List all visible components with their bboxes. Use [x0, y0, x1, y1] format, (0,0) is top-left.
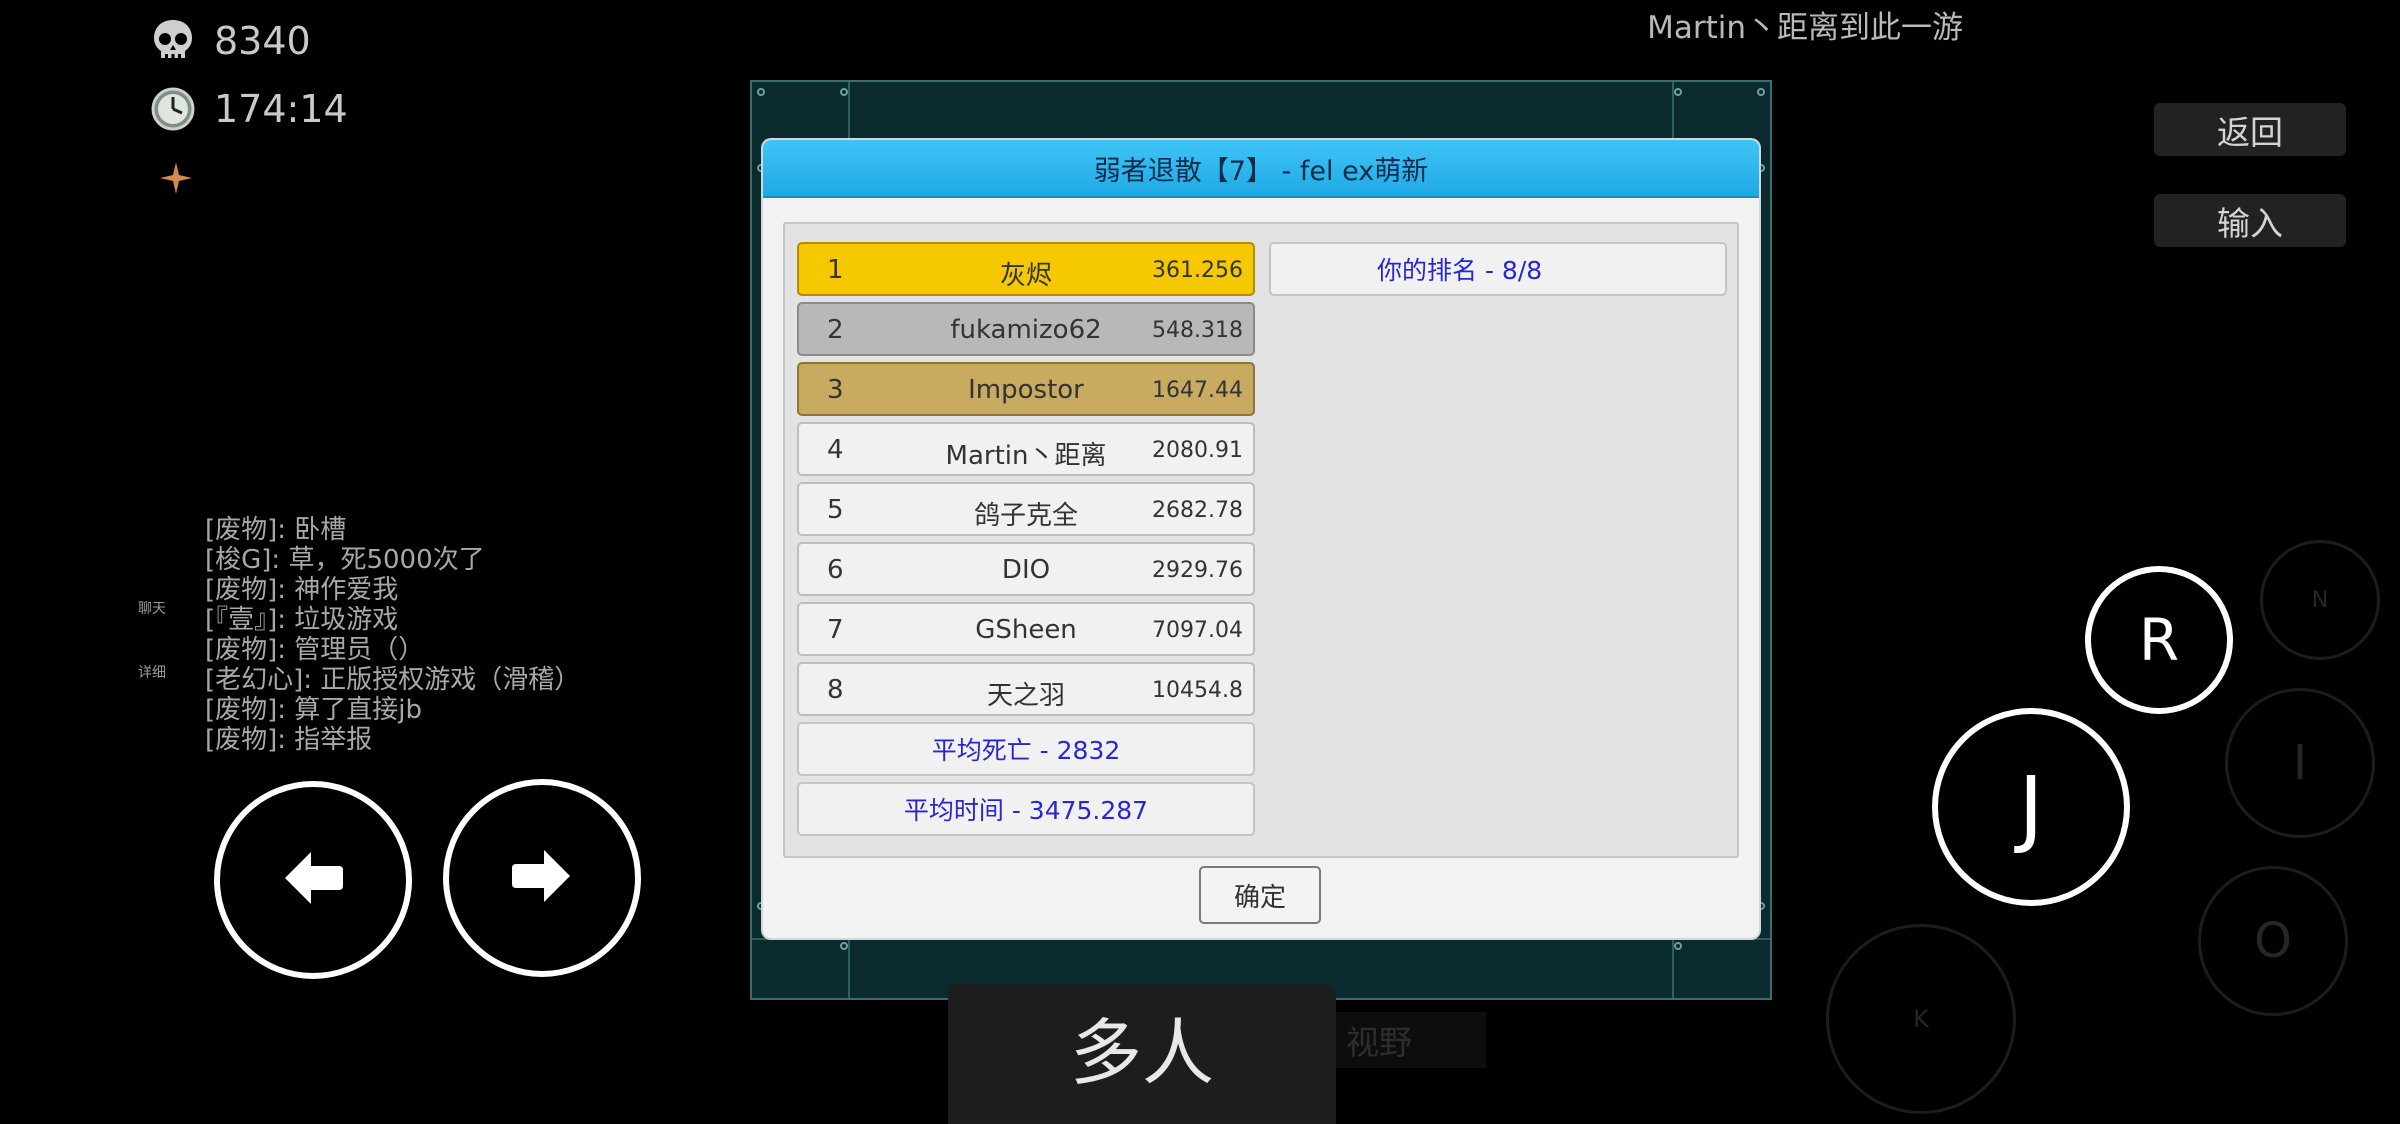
multiplayer-tab[interactable]: 多人	[948, 984, 1336, 1124]
arrow-left-icon	[281, 848, 345, 912]
arrow-right-icon	[510, 846, 574, 910]
chat-tabs: 聊天 详细	[138, 598, 166, 726]
player-score: 2080.91	[1152, 438, 1243, 463]
chat-message: [老幻心]: 正版授权游戏（滑稽）	[205, 665, 581, 695]
rank-row: 5 鸽子克全 2682.78	[797, 482, 1255, 536]
time-counter: 174:14	[150, 86, 348, 132]
chat-tab[interactable]: 聊天	[138, 598, 166, 618]
elapsed-time: 174:14	[214, 87, 348, 131]
death-count: 8340	[214, 19, 311, 63]
average-time: 平均时间 - 3475.287	[797, 782, 1255, 836]
player-score: 1647.44	[1152, 378, 1243, 403]
player-score: 10454.8	[1152, 678, 1243, 703]
n-button[interactable]: N	[2260, 540, 2380, 660]
confirm-button[interactable]: 确定	[1199, 866, 1321, 924]
move-left-button[interactable]	[214, 781, 412, 979]
player-score: 2929.76	[1152, 558, 1243, 583]
chat-message: [废物]: 算了直接jb	[205, 695, 423, 725]
chat-message: [废物]: 神作爱我	[205, 575, 399, 605]
i-button[interactable]: I	[2225, 688, 2375, 838]
dialog-title: 弱者退散【7】 - fel ex萌新	[763, 140, 1759, 198]
death-counter: 8340	[150, 18, 311, 64]
rank-row: 8 天之羽 10454.8	[797, 662, 1255, 716]
skull-icon	[150, 18, 196, 64]
leaderboard-dialog: 弱者退散【7】 - fel ex萌新 1 灰烬 361.256 2 fukami…	[763, 140, 1759, 938]
rank-row: 4 Martin丶距离 2080.91	[797, 422, 1255, 476]
o-button[interactable]: O	[2198, 866, 2348, 1016]
detail-tab[interactable]: 详细	[138, 662, 166, 682]
back-button[interactable]: 返回	[2154, 103, 2346, 156]
chat-message: [废物]: 指举报	[205, 725, 373, 755]
player-score: 2682.78	[1152, 498, 1243, 523]
player-score: 361.256	[1152, 258, 1243, 283]
leaderboard-panel: 1 灰烬 361.256 2 fukamizo62 548.318 3 Impo…	[783, 222, 1739, 858]
player-score: 7097.04	[1152, 618, 1243, 643]
view-tab[interactable]: 视野	[1336, 1012, 1486, 1068]
rank-row: 1 灰烬 361.256	[797, 242, 1255, 296]
your-rank: 你的排名 - 8/8	[1269, 242, 1727, 296]
player-score: 548.318	[1152, 318, 1243, 343]
r-button[interactable]: R	[2085, 566, 2233, 714]
chat-message: [废物]: 卧槽	[205, 515, 347, 545]
rank-row: 6 DIO 2929.76	[797, 542, 1255, 596]
move-right-button[interactable]	[443, 779, 641, 977]
rank-row: 3 Impostor 1647.44	[797, 362, 1255, 416]
rank-row: 7 GSheen 7097.04	[797, 602, 1255, 656]
rank-row: 2 fukamizo62 548.318	[797, 302, 1255, 356]
chat-message: [废物]: 管理员（）	[205, 635, 425, 665]
average-deaths: 平均死亡 - 2832	[797, 722, 1255, 776]
k-button[interactable]: K	[1826, 924, 2016, 1114]
chat-message: [『壹』]: 垃圾游戏	[205, 605, 399, 635]
chat-log: [废物]: 卧槽 [梭G]: 草，死5000次了 [废物]: 神作爱我 [『壹』…	[205, 515, 580, 755]
visitor-notice: Martin丶距离到此一游	[1647, 10, 1963, 46]
input-button[interactable]: 输入	[2154, 194, 2346, 247]
jump-button[interactable]: J	[1932, 708, 2130, 906]
sparkle-icon	[160, 162, 192, 194]
clock-icon	[150, 86, 196, 132]
chat-message: [梭G]: 草，死5000次了	[205, 545, 485, 575]
